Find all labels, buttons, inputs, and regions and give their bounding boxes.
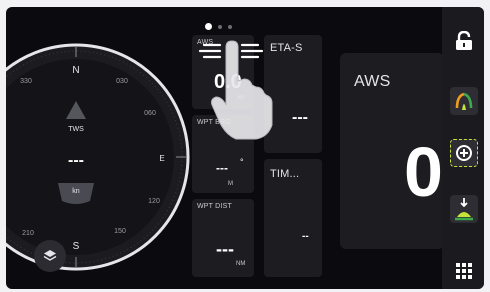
compass-tick-label: 330 [20,78,32,85]
tile-unit: M [228,181,233,187]
tile-unit: NM [236,261,246,267]
page-dot[interactable] [218,24,222,29]
compass-tick-label: 210 [22,230,34,237]
compass-tick-label: 150 [114,228,126,235]
compass-east: E [159,154,164,163]
time-tile[interactable]: TIM... -- [264,159,322,277]
instrument-screen: N S E 330 030 060 120 150 210 TWS --- kn [6,7,484,289]
page-dot-active[interactable] [205,23,212,30]
layers-icon [43,250,57,261]
compass-tick-label: 030 [116,78,128,85]
right-toolbar [442,7,484,289]
wpt-dist-tile[interactable]: WPT DIST --- NM [192,199,254,277]
lock-button[interactable] [450,27,478,55]
apps-grid-icon [456,263,472,279]
tile-label: AWS [354,73,391,90]
tile-label: TIM... [270,168,300,180]
compass-graphic: N S E 330 030 060 120 150 210 TWS --- kn [6,43,190,271]
compass-tick-label: 120 [148,198,160,205]
tile-value: --- [216,239,234,259]
compass-tick-label: 060 [144,110,156,117]
sails-button[interactable] [450,87,478,115]
degree-icon: ° [240,157,244,167]
lock-icon [456,31,472,50]
tile-value: 0 [404,133,443,211]
page-indicator[interactable] [205,23,232,30]
page-dot[interactable] [228,24,232,29]
tile-value: --- [216,161,228,175]
tws-label: TWS [68,126,84,133]
swipe-hint-icon [198,40,273,140]
zoom-in-icon [456,145,472,161]
zoom-in-button[interactable] [450,139,478,167]
compass-south: S [73,241,80,252]
layers-button[interactable] [34,240,66,272]
tws-value: --- [68,152,84,169]
apps-menu-button[interactable] [450,257,478,285]
compass-dial[interactable]: N S E 330 030 060 120 150 210 TWS --- kn [6,43,190,271]
tile-value: --- [292,109,308,126]
anchor-drop-icon [455,198,473,221]
tile-label: WPT DIST [197,203,232,210]
tws-unit: kn [72,188,80,195]
anchor-drop-button[interactable] [450,195,478,223]
sails-icon [455,92,473,110]
aws-large-tile[interactable]: AWS 0 [340,53,444,249]
tile-value: -- [302,231,309,242]
compass-north: N [72,65,79,76]
